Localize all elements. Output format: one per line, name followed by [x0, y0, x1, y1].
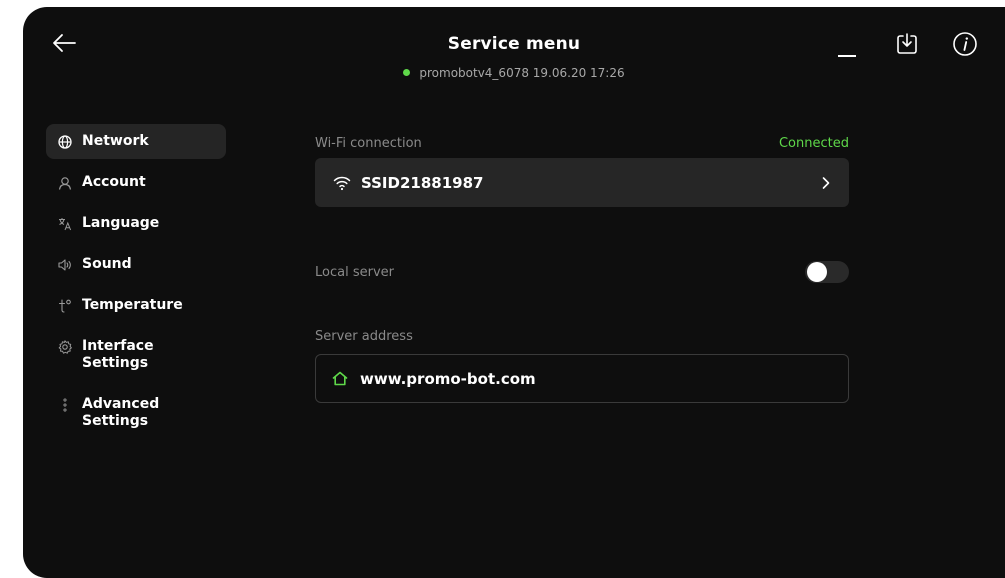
server-address-label: Server address	[315, 329, 413, 344]
sidebar-item-label: Advanced Settings	[82, 396, 160, 429]
info-icon	[953, 32, 977, 56]
vertical-dots-icon	[58, 396, 72, 413]
toggle-knob	[807, 262, 827, 282]
network-settings-panel: Wi-Fi connection Connected SSID21881987 …	[315, 133, 849, 403]
person-icon	[58, 174, 72, 191]
server-address-field[interactable]: www.promo-bot.com	[315, 354, 849, 403]
server-address-value: www.promo-bot.com	[360, 369, 536, 388]
sidebar-item-sound[interactable]: Sound	[46, 247, 226, 282]
wifi-ssid: SSID21881987	[361, 173, 484, 192]
sidebar-nav: Network Account Language Sound Temperatu…	[46, 124, 226, 445]
download-icon	[897, 33, 917, 54]
wifi-header: Wi-Fi connection Connected	[315, 133, 849, 153]
thermometer-icon	[58, 297, 72, 314]
wifi-network-button[interactable]: SSID21881987	[315, 158, 849, 207]
service-menu-screen: Service menu promobotv4_6078 19.06.20 17…	[23, 7, 1005, 578]
globe-icon	[58, 133, 72, 150]
minimize-button[interactable]	[836, 35, 858, 59]
chevron-right-icon	[822, 176, 830, 189]
info-button[interactable]	[952, 31, 978, 57]
sidebar-item-label: Account	[82, 174, 146, 190]
sidebar-item-language[interactable]: Language	[46, 206, 226, 241]
sidebar-item-label: Temperature	[82, 297, 183, 313]
wifi-status: Connected	[778, 135, 849, 151]
sidebar-item-label: Interface Settings	[82, 338, 154, 371]
wifi-icon	[333, 176, 351, 190]
sidebar-item-advanced-settings[interactable]: Advanced Settings	[46, 387, 226, 439]
local-server-row: Local server	[315, 259, 849, 285]
local-server-toggle[interactable]	[805, 261, 849, 283]
sidebar-item-label: Network	[82, 133, 149, 149]
gear-icon	[58, 338, 72, 355]
speaker-icon	[58, 256, 72, 273]
local-server-label: Local server	[315, 264, 394, 280]
online-status-dot	[403, 69, 411, 76]
sidebar-item-interface-settings[interactable]: Interface Settings	[46, 329, 226, 381]
device-info-text: promobotv4_6078 19.06.20 17:26	[419, 66, 625, 80]
wifi-label: Wi-Fi connection	[315, 135, 422, 151]
device-info: promobotv4_6078 19.06.20 17:26	[23, 66, 1005, 80]
translate-icon	[58, 215, 72, 232]
home-icon	[332, 371, 348, 386]
sidebar-item-label: Sound	[82, 256, 132, 272]
sidebar-item-label: Language	[82, 215, 160, 231]
sidebar-item-network[interactable]: Network	[46, 124, 226, 159]
sidebar-item-temperature[interactable]: Temperature	[46, 288, 226, 323]
download-button[interactable]	[895, 32, 919, 56]
sidebar-item-account[interactable]: Account	[46, 165, 226, 200]
